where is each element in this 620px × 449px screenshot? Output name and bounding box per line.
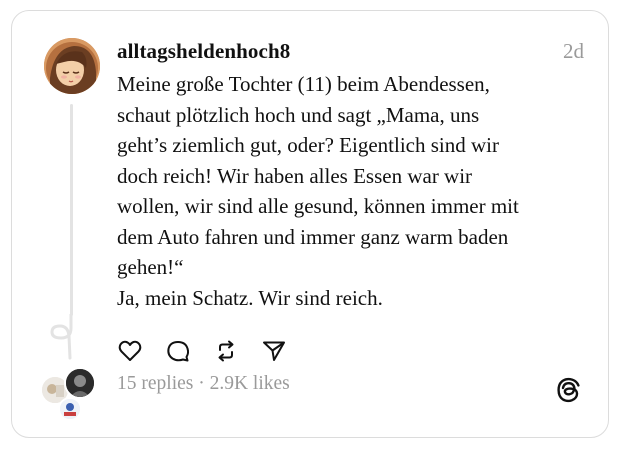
- replier-avatar[interactable]: [64, 367, 96, 399]
- post-line: Meine große Tochter (11) beim Abendessen…: [117, 72, 490, 96]
- avatar-illustration: [44, 38, 100, 94]
- thread-line: [70, 104, 73, 316]
- thread-loop-icon: [50, 314, 73, 360]
- post-line: schaut plötzlich hoch und sagt „Mama, un…: [117, 102, 480, 127]
- replier-avatar-image: [60, 399, 80, 419]
- post-line: doch reich! Wir haben alles Essen war wi…: [117, 163, 473, 188]
- replier-avatar[interactable]: [58, 397, 82, 421]
- post-line: wollen, wir sind alle gesund, können imm…: [117, 194, 519, 218]
- post-line: Ja, mein Schatz. Wir sind reich.: [117, 285, 383, 310]
- replier-avatar-image: [66, 369, 94, 397]
- comment-icon[interactable]: [165, 338, 191, 364]
- post-time: 2d: [563, 39, 584, 63]
- post-stats[interactable]: 15 replies · 2.9K likes: [117, 373, 290, 395]
- post-body: Meine große Tochter (11) beim Abendessen…: [117, 69, 587, 313]
- post-line: geht’s ziemlich gut, oder? Eigentlich si…: [117, 133, 499, 157]
- post-line: gehen!“: [117, 255, 184, 279]
- threads-logo-icon[interactable]: [555, 376, 583, 404]
- heart-icon[interactable]: [117, 338, 143, 364]
- post-line: dem Auto fahren und immer ganz warm bade…: [117, 224, 509, 249]
- send-icon[interactable]: [261, 338, 287, 364]
- author-username[interactable]: alltagsheldenhoch8: [117, 39, 290, 64]
- repost-icon[interactable]: [213, 338, 239, 364]
- author-avatar[interactable]: [44, 38, 100, 94]
